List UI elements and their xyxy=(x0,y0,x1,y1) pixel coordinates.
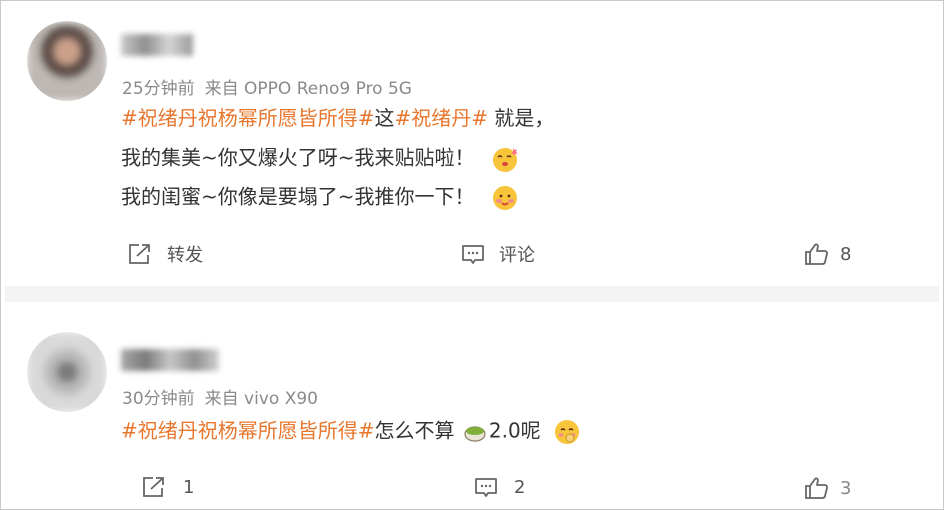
hashtag-link[interactable]: #祝绪丹# xyxy=(395,106,489,130)
section-divider xyxy=(5,286,939,302)
comment-text-line: 我的闺蜜~你像是要塌了~我推你一下！ xyxy=(121,184,519,212)
comment-meta: 25分钟前 来自 OPPO Reno9 Pro 5G xyxy=(122,74,412,99)
comment-text-line: #祝绪丹祝杨幂所愿皆所得#怎么不算 2.0呢 xyxy=(121,418,581,446)
comment-source: 来自 vivo X90 xyxy=(204,389,318,409)
emoji-shy-icon xyxy=(491,184,519,212)
comment-icon xyxy=(462,245,484,264)
comment-text-line: #祝绪丹祝杨幂所愿皆所得#这#祝绪丹# 就是， xyxy=(121,106,554,130)
hashtag-link[interactable]: #祝绪丹祝杨幂所愿皆所得# xyxy=(121,419,375,443)
repost-icon xyxy=(129,244,150,264)
comment-text: 我的闺蜜~你像是要塌了~我推你一下！ xyxy=(121,184,475,209)
comment-button[interactable]: 2 xyxy=(474,475,525,499)
comment-text: 2.0呢 xyxy=(488,418,541,443)
like-icon xyxy=(805,243,828,265)
avatar[interactable] xyxy=(27,332,107,412)
like-icon xyxy=(805,477,828,499)
comment-text-line: 我的集美~你又爆火了呀~我来贴贴啦！ xyxy=(121,145,519,173)
repost-button[interactable]: 转发 xyxy=(127,241,203,267)
comment-count: 2 xyxy=(514,476,526,498)
comment-label: 评论 xyxy=(499,245,535,266)
comment-text: 就是， xyxy=(488,106,555,130)
username-blurred[interactable] xyxy=(121,34,193,56)
comment-source: 来自 OPPO Reno9 Pro 5G xyxy=(204,79,412,99)
emoji-cute-icon xyxy=(553,418,581,446)
emoji-matcha-icon xyxy=(463,420,487,444)
like-count: 8 xyxy=(840,243,852,265)
comment-text: 怎么不算 xyxy=(374,418,455,443)
repost-button[interactable]: 1 xyxy=(141,475,194,499)
like-button[interactable]: 3 xyxy=(804,476,851,500)
comment-time: 30分钟前 xyxy=(122,389,195,409)
repost-icon xyxy=(143,477,164,497)
username-blurred[interactable] xyxy=(121,349,219,371)
like-count: 3 xyxy=(840,477,852,499)
comment-icon xyxy=(475,478,497,497)
hashtag-link[interactable]: #祝绪丹祝杨幂所愿皆所得# xyxy=(121,106,375,130)
avatar[interactable] xyxy=(27,21,107,101)
comment-time: 25分钟前 xyxy=(122,79,195,99)
comment-text: 这 xyxy=(374,106,395,130)
repost-label: 转发 xyxy=(167,245,203,266)
comment-text: 我的集美~你又爆火了呀~我来贴贴啦！ xyxy=(121,145,475,170)
comment-meta: 30分钟前 来自 vivo X90 xyxy=(122,384,318,409)
comment-button[interactable]: 评论 xyxy=(461,241,535,267)
emoji-kiss-icon xyxy=(491,145,519,173)
comment-item: 30分钟前 来自 vivo X90 #祝绪丹祝杨幂所愿皆所得#怎么不算 2.0呢 … xyxy=(0,302,944,510)
comment-item: 25分钟前 来自 OPPO Reno9 Pro 5G #祝绪丹祝杨幂所愿皆所得#这… xyxy=(0,0,944,286)
repost-count: 1 xyxy=(183,476,195,498)
like-button[interactable]: 8 xyxy=(804,242,851,266)
